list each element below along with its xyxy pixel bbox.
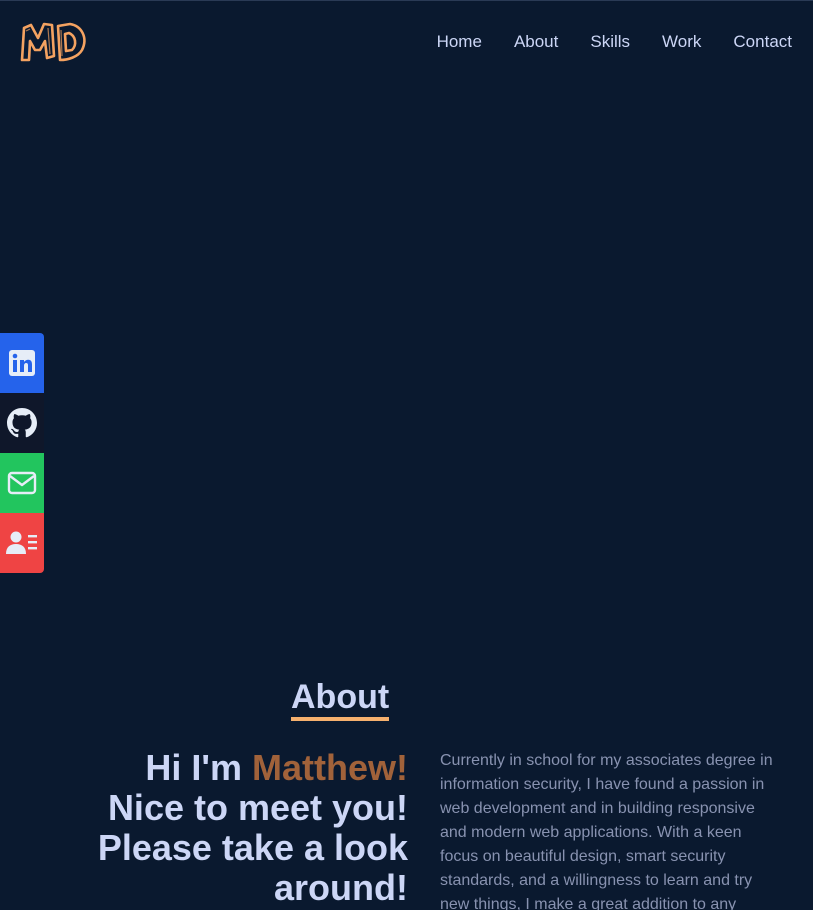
about-greeting: Hi I'm Matthew! Nice to meet you! Please… bbox=[68, 748, 408, 908]
social-sidebar bbox=[0, 333, 44, 573]
resume-button[interactable] bbox=[0, 513, 44, 573]
nav-link-work[interactable]: Work bbox=[662, 31, 701, 53]
nav-link-skills[interactable]: Skills bbox=[590, 31, 630, 53]
about-heading: About bbox=[291, 677, 390, 721]
site-header: Home About Skills Work Contact bbox=[0, 0, 813, 84]
linkedin-icon bbox=[9, 350, 35, 376]
mail-icon bbox=[7, 471, 37, 495]
main-nav: Home About Skills Work Contact bbox=[437, 31, 792, 53]
logo[interactable] bbox=[18, 16, 90, 66]
linkedin-button[interactable] bbox=[0, 333, 44, 393]
nav-link-contact[interactable]: Contact bbox=[733, 31, 792, 53]
greeting-rest: Nice to meet you! Please take a look aro… bbox=[97, 787, 408, 908]
contact-card-icon bbox=[6, 531, 37, 554]
logo-icon bbox=[20, 22, 86, 62]
nav-link-home[interactable]: Home bbox=[437, 31, 482, 53]
greeting-prefix: Hi I'm bbox=[145, 747, 252, 788]
github-button[interactable] bbox=[0, 393, 44, 453]
about-bio: Currently in school for my associates de… bbox=[440, 752, 773, 910]
nav-link-about[interactable]: About bbox=[514, 31, 558, 53]
greeting-name: Matthew! bbox=[252, 747, 408, 788]
email-button[interactable] bbox=[0, 453, 44, 513]
github-icon bbox=[7, 408, 37, 438]
